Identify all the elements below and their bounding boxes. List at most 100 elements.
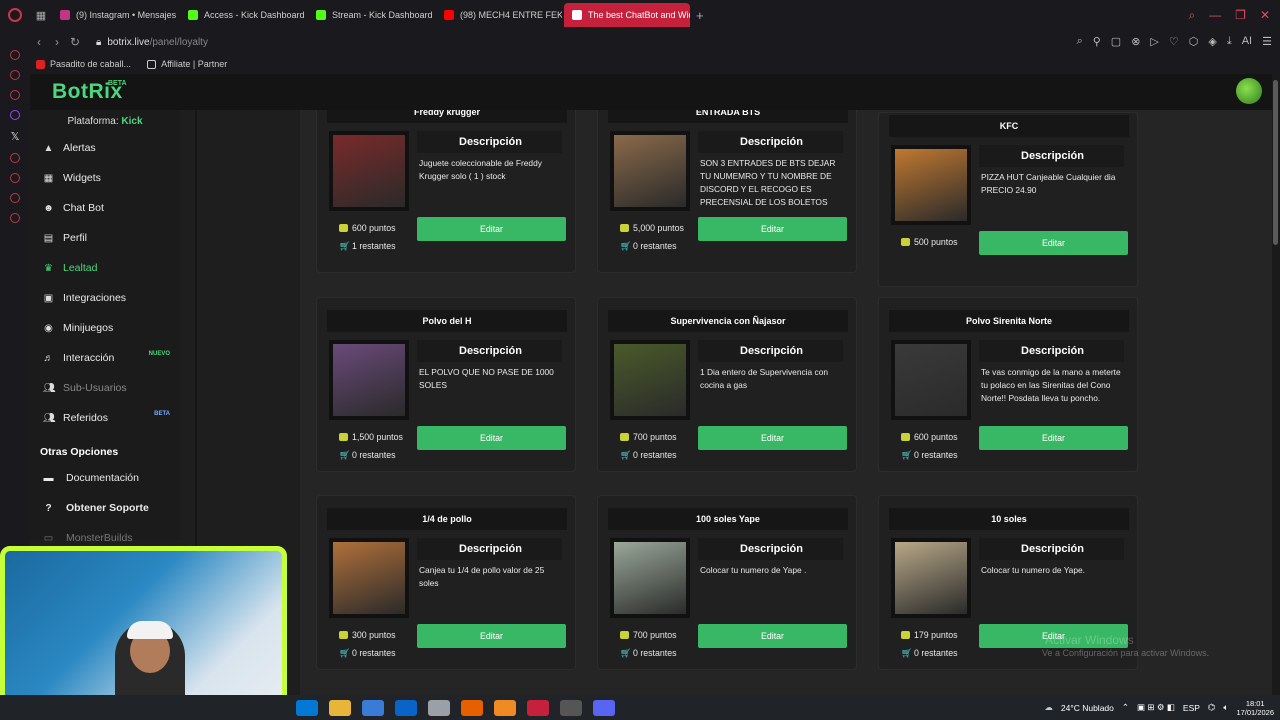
reward-title: Supervivencia con Ñajasor xyxy=(608,310,848,332)
browser-tab[interactable]: Stream - Kick Dashboard xyxy=(308,3,434,27)
discord-icon[interactable] xyxy=(593,699,615,716)
sidebar-item-interaccion[interactable]: ♬ Interacción NUEVO xyxy=(30,343,180,373)
search-tabs-icon[interactable]: ⌕ xyxy=(1188,8,1195,23)
pin-icon[interactable]: ⚲ xyxy=(1093,35,1101,48)
cart-icon: 🛒︎ xyxy=(339,450,351,460)
edit-button[interactable]: Editar xyxy=(698,624,847,648)
reward-image xyxy=(610,538,690,618)
sidebar-item-minijuegos[interactable]: ◉ Minijuegos xyxy=(30,313,180,343)
network-icon[interactable]: ⌬ xyxy=(1208,702,1215,713)
opera-logo-icon[interactable] xyxy=(0,0,30,30)
browser-tab-active[interactable]: The best ChatBot and Wid xyxy=(564,3,690,27)
sidebar-item-integraciones[interactable]: ▣ Integraciones xyxy=(30,283,180,313)
sidebar-item-documentacion[interactable]: ▬ Documentación xyxy=(30,463,180,493)
points-text: 179 puntos xyxy=(914,630,958,640)
tab-overview-icon[interactable]: ▦ xyxy=(30,4,52,26)
points-text: 500 puntos xyxy=(914,237,958,247)
reward-image xyxy=(329,340,409,420)
reward-stock: 🛒︎ 0 restantes xyxy=(901,648,958,658)
app-icon[interactable] xyxy=(428,699,450,716)
edit-button[interactable]: Editar xyxy=(417,426,566,450)
scrollbar-thumb[interactable] xyxy=(1273,80,1278,245)
chevron-up-icon[interactable]: ⌃ xyxy=(1122,702,1129,713)
url-path: /panel/loyalty xyxy=(149,36,208,48)
weather-text[interactable]: 24°C Nublado xyxy=(1061,703,1114,713)
reward-cost: 600 puntos xyxy=(339,223,396,233)
browser-tab[interactable]: Access - Kick Dashboard xyxy=(180,3,306,27)
player-icon[interactable] xyxy=(10,153,20,163)
edit-button[interactable]: Editar xyxy=(979,231,1128,255)
instagram-icon[interactable] xyxy=(10,90,20,100)
aria-icon[interactable] xyxy=(10,50,20,60)
history-icon[interactable] xyxy=(10,173,20,183)
messenger-icon[interactable] xyxy=(10,70,20,80)
download-icon[interactable]: ⤓ xyxy=(1227,35,1232,48)
zoom-icon[interactable]: ⌕ xyxy=(1077,35,1083,48)
wallet-icon[interactable]: ◈ xyxy=(1208,35,1216,48)
reward-card: Polvo Sirenita Norte Descripción Te vas co… xyxy=(878,297,1138,472)
reward-cost: 5,000 puntos xyxy=(620,223,684,233)
bookmark-item[interactable]: Affiliate | Partner xyxy=(147,59,227,69)
list-icon: ▣ xyxy=(43,292,54,304)
maximize-icon[interactable]: ❐ xyxy=(1235,8,1246,23)
edge-icon[interactable] xyxy=(296,699,318,716)
extensions-icon[interactable]: ⬡ xyxy=(1189,35,1199,48)
sidebar-item-referidos[interactable]: 👥︎ Referidos BETA xyxy=(30,403,180,433)
adblock-icon[interactable]: ⊗ xyxy=(1131,35,1140,48)
heart-icon[interactable]: ♡ xyxy=(1169,35,1179,48)
snapshot-icon[interactable]: ▢ xyxy=(1111,35,1121,48)
url-field[interactable]: 🔒︎ botrix.live/panel/loyalty xyxy=(96,37,208,48)
sidebar-item-alertas[interactable]: ▲ Alertas xyxy=(30,133,180,163)
store-icon[interactable] xyxy=(362,699,384,716)
sidebar-item-widgets[interactable]: ▦ Widgets xyxy=(30,163,180,193)
firefox-icon[interactable] xyxy=(461,699,483,716)
sidebar-item-lealtad[interactable]: ♛ Lealtad xyxy=(30,253,180,283)
edit-button[interactable]: Editar xyxy=(417,624,566,648)
points-text: 600 puntos xyxy=(914,432,958,442)
window-controls: ⌕ — ❐ ✕ xyxy=(1188,8,1270,23)
opera-icon[interactable] xyxy=(527,699,549,716)
player-icon[interactable]: ▷ xyxy=(1150,35,1158,48)
sidebar-item-label: Widgets xyxy=(63,172,101,184)
file-explorer-icon[interactable] xyxy=(329,699,351,716)
edit-button[interactable]: Editar xyxy=(979,426,1128,450)
twitch-icon[interactable] xyxy=(10,110,20,120)
settings-icon[interactable] xyxy=(10,213,20,223)
browser-tab[interactable]: (9) Instagram • Mensajes xyxy=(52,3,178,27)
sidebar-item-label: Interacción xyxy=(63,352,115,364)
menu-icon[interactable]: ☰ xyxy=(1262,35,1272,48)
new-tab-icon[interactable]: + xyxy=(696,8,704,23)
back-icon[interactable]: ‹ xyxy=(30,35,48,49)
pinboard-icon[interactable] xyxy=(10,193,20,203)
edit-button[interactable]: Editar xyxy=(417,217,566,241)
sidebar-item-label: Perfil xyxy=(63,232,87,244)
sidebar-item-soporte[interactable]: ? Obtener Soporte xyxy=(30,493,180,523)
forward-icon[interactable]: › xyxy=(48,35,66,49)
language-indicator[interactable]: ESP xyxy=(1183,703,1200,713)
reward-description: Colocar tu numero de Yape. xyxy=(981,565,1085,575)
obs-icon[interactable] xyxy=(560,699,582,716)
reward-cost: 500 puntos xyxy=(901,237,958,247)
browser-tab[interactable]: (98) MECH4 ENTRE FEKA xyxy=(436,3,562,27)
outlook-icon[interactable] xyxy=(395,699,417,716)
coins-icon xyxy=(620,224,629,232)
points-text: 300 puntos xyxy=(352,630,396,640)
user-avatar[interactable] xyxy=(1236,78,1262,104)
tray-icons[interactable]: ▣ ⊞ ⚙ ◧ xyxy=(1137,702,1175,713)
sidebar-item-perfil[interactable]: ▤ Perfil xyxy=(30,223,180,253)
sidebar-item-chat-bot[interactable]: ☻ Chat Bot xyxy=(30,193,180,223)
volume-icon[interactable]: 🔈︎ xyxy=(1223,702,1228,713)
clock[interactable]: 18:01 17/01/2026 xyxy=(1236,699,1274,717)
sidebar-item-sub-usuarios[interactable]: 👥︎ Sub-Usuarios xyxy=(30,373,180,403)
reward-card: 1/4 de pollo Descripción Canjea tu 1/4 de … xyxy=(316,495,576,670)
reward-card: 100 soles Yape Descripción Colocar tu nume… xyxy=(597,495,857,670)
close-icon[interactable]: ✕ xyxy=(1260,8,1270,23)
bookmark-item[interactable]: Pasadito de caball... xyxy=(36,59,131,69)
edit-button[interactable]: Editar xyxy=(698,217,847,241)
minimize-icon[interactable]: — xyxy=(1209,8,1221,23)
edit-button[interactable]: Editar xyxy=(698,426,847,450)
x-twitter-icon[interactable]: 𝕏 xyxy=(11,130,20,143)
vlc-icon[interactable] xyxy=(494,699,516,716)
reload-icon[interactable]: ↻ xyxy=(66,35,84,49)
aria-ai-button[interactable]: AI xyxy=(1242,35,1252,48)
